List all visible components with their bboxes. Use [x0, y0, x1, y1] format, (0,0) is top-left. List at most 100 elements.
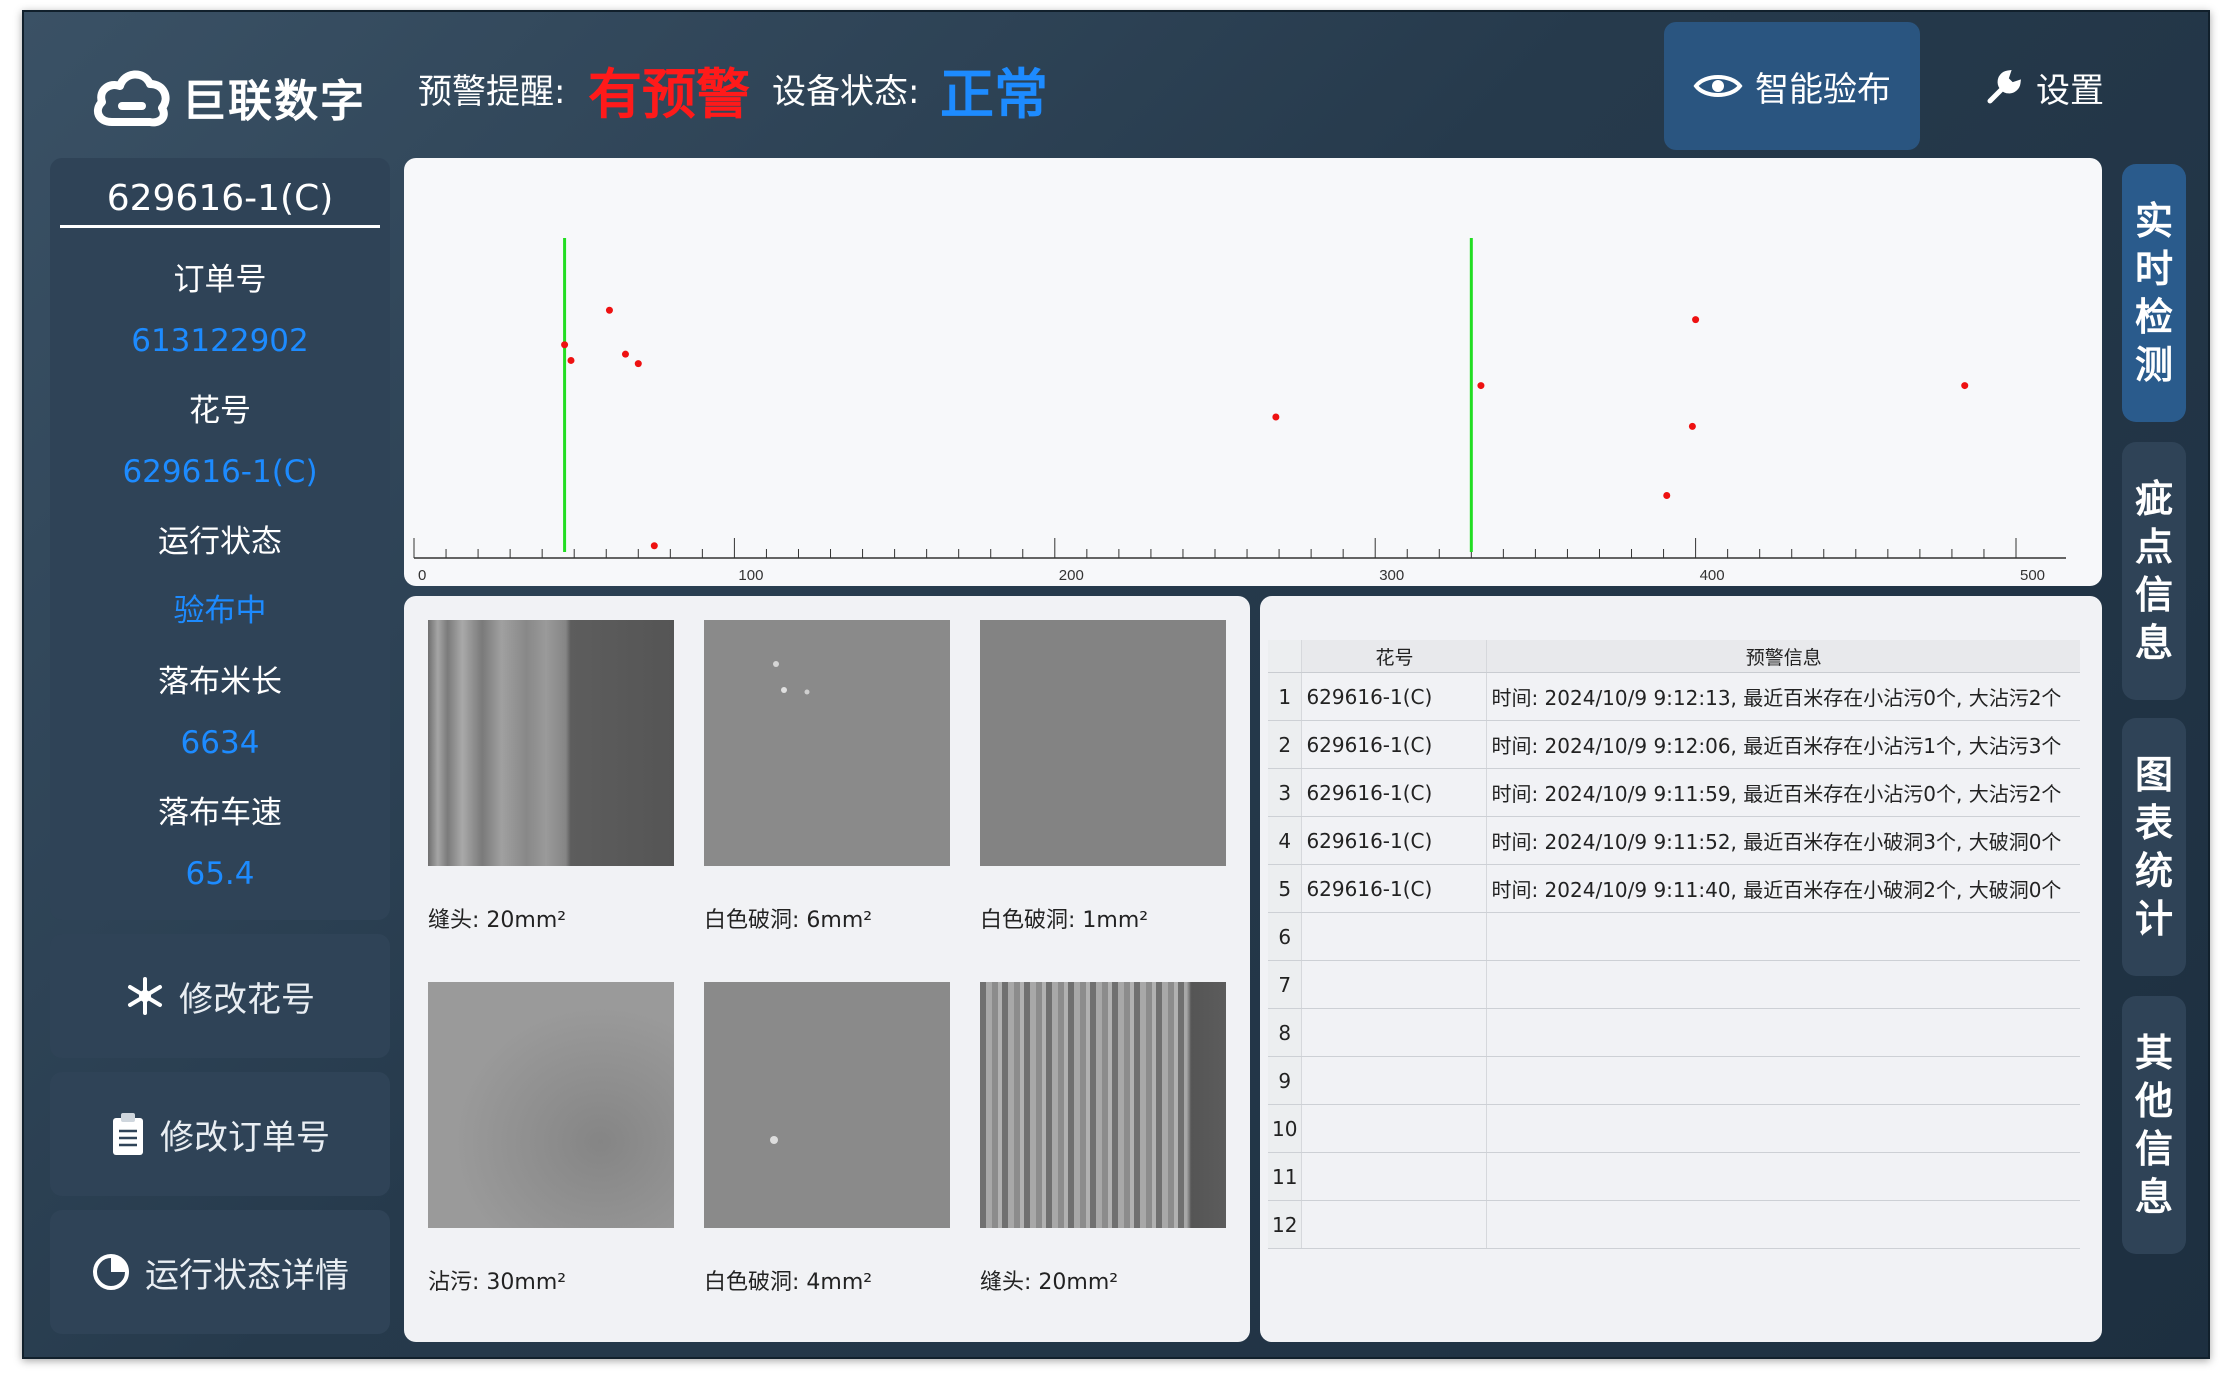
tab-realtime-detection[interactable]: 实时检测 — [2122, 164, 2186, 422]
defect-image-panel: 缝头: 20mm² 白色破洞: 6mm² 白色破洞: 1mm² 沾污: 30mm² 白色… — [404, 596, 1250, 1342]
realtime-defect-chart: 0 100 200 300 400 500 — [404, 158, 2102, 586]
run-status-value: 验布中 — [173, 593, 267, 629]
defect-point — [605, 306, 613, 314]
x-tick-label: 0 — [418, 567, 426, 584]
row-warning-info — [1486, 1008, 2080, 1057]
row-warning-info: 时间: 2024/10/9 9:11:59, 最近百米存在小沾污0个, 大沾污2… — [1486, 768, 2080, 817]
order-number-label: 订单号 — [173, 262, 267, 298]
defect-point — [650, 542, 658, 550]
fabric-speed-label: 落布车速 — [158, 795, 282, 831]
run-status-detail-button[interactable]: 运行状态详情 — [50, 1210, 390, 1334]
tab-char: 信 — [2134, 1127, 2173, 1171]
x-tick-label: 200 — [1059, 567, 1084, 584]
row-index: 11 — [1268, 1152, 1302, 1201]
device-status-value: 正常 — [940, 63, 1048, 126]
x-tick-label: 400 — [1700, 567, 1725, 584]
x-tick-label: 100 — [738, 567, 763, 584]
table-row[interactable]: 2 629616-1(C) 时间: 2024/10/9 9:12:06, 最近百米存… — [1268, 720, 2080, 769]
row-index: 12 — [1268, 1200, 1302, 1249]
table-row[interactable]: 8 — [1268, 1008, 2080, 1057]
fabric-speed-value: 65.4 — [185, 856, 255, 892]
row-flower-number — [1301, 960, 1487, 1009]
defect-thumbnail[interactable] — [704, 620, 950, 866]
settings-button[interactable]: 设置 — [1984, 52, 2134, 122]
x-tick-label: 300 — [1379, 567, 1404, 584]
row-flower-number — [1301, 1152, 1487, 1201]
tab-defect-info[interactable]: 疵点信息 — [2122, 442, 2186, 700]
row-index: 8 — [1268, 1008, 1302, 1057]
defect-thumbnail[interactable] — [704, 982, 950, 1228]
defect-point — [561, 341, 569, 349]
defect-thumbnail[interactable] — [980, 982, 1226, 1228]
row-flower-number: 629616-1(C) — [1301, 816, 1487, 865]
table-row[interactable]: 4 629616-1(C) 时间: 2024/10/9 9:11:52, 最近百米存… — [1268, 816, 2080, 865]
order-number-value: 613122902 — [131, 323, 309, 359]
row-index: 1 — [1268, 672, 1302, 721]
row-index: 7 — [1268, 960, 1302, 1009]
table-row[interactable]: 1 629616-1(C) 时间: 2024/10/9 9:12:13, 最近百米存… — [1268, 672, 2080, 721]
row-warning-info — [1486, 1104, 2080, 1153]
tab-chart-statistics[interactable]: 图表统计 — [2122, 718, 2186, 976]
modify-flower-button[interactable]: 修改花号 — [50, 934, 390, 1058]
tab-char: 信 — [2134, 573, 2173, 617]
row-warning-info: 时间: 2024/10/9 9:11:40, 最近百米存在小破洞2个, 大破洞0… — [1486, 864, 2080, 913]
table-row[interactable]: 9 — [1268, 1056, 2080, 1105]
row-flower-number: 629616-1(C) — [1301, 768, 1487, 817]
row-index: 9 — [1268, 1056, 1302, 1105]
row-warning-info — [1486, 1152, 2080, 1201]
brand-name: 巨联数字 — [182, 76, 366, 127]
row-flower-number — [1301, 1200, 1487, 1249]
row-warning-info — [1486, 960, 2080, 1009]
snowflake-icon — [128, 977, 162, 1015]
row-warning-info — [1486, 912, 2080, 961]
tab-char: 检 — [2134, 295, 2173, 339]
fabric-length-value: 6634 — [180, 725, 260, 761]
current-flower-code: 629616-1(C) — [60, 178, 380, 228]
defect-thumbnail[interactable] — [428, 620, 674, 866]
defect-point — [1477, 382, 1485, 390]
row-flower-number: 629616-1(C) — [1301, 864, 1487, 913]
row-index: 4 — [1268, 816, 1302, 865]
modify-order-button[interactable]: 修改订单号 — [50, 1072, 390, 1196]
table-row[interactable]: 5 629616-1(C) 时间: 2024/10/9 9:11:40, 最近百米存… — [1268, 864, 2080, 913]
table-row[interactable]: 3 629616-1(C) 时间: 2024/10/9 9:11:59, 最近百米存… — [1268, 768, 2080, 817]
alert-status-value: 有预警 — [588, 63, 750, 126]
defect-caption: 沾污: 30mm² — [428, 1270, 567, 1295]
tab-char: 时 — [2134, 247, 2173, 291]
defect-thumbnail[interactable] — [428, 982, 674, 1228]
tab-char: 他 — [2134, 1079, 2173, 1123]
tab-char: 其 — [2134, 1031, 2173, 1075]
wrench-icon — [1987, 70, 2021, 104]
tab-char: 息 — [2134, 621, 2173, 665]
table-row[interactable]: 6 — [1268, 912, 2080, 961]
alert-label: 预警提醒: — [418, 72, 566, 112]
row-flower-number — [1301, 912, 1487, 961]
row-flower-number: 629616-1(C) — [1301, 720, 1487, 769]
table-header-flower: 花号 — [1301, 640, 1487, 673]
defect-caption: 白色破洞: 6mm² — [704, 908, 873, 933]
tab-char: 疵 — [2134, 477, 2173, 521]
smart-inspection-button[interactable]: 智能验布 — [1664, 22, 1920, 150]
defect-caption: 白色破洞: 1mm² — [980, 908, 1149, 933]
defect-thumbnail[interactable] — [980, 620, 1226, 866]
order-info-panel: 629616-1(C) 订单号 613122902 花号 629616-1(C)… — [50, 158, 390, 920]
table-row[interactable]: 7 — [1268, 960, 2080, 1009]
table-row[interactable]: 10 — [1268, 1104, 2080, 1153]
flower-number-label: 花号 — [189, 393, 251, 429]
defect-point — [634, 360, 642, 368]
table-index-header — [1268, 640, 1302, 673]
row-warning-info: 时间: 2024/10/9 9:12:13, 最近百米存在小沾污0个, 大沾污2… — [1486, 672, 2080, 721]
clipboard-icon — [113, 1113, 143, 1155]
table-row[interactable]: 11 — [1268, 1152, 2080, 1201]
row-warning-info: 时间: 2024/10/9 9:12:06, 最近百米存在小沾污1个, 大沾污3… — [1486, 720, 2080, 769]
brand-logo: 巨联数字 — [92, 52, 366, 142]
eye-icon — [1693, 75, 1743, 97]
defect-caption: 白色破洞: 4mm² — [704, 1270, 873, 1295]
table-row[interactable]: 12 — [1268, 1200, 2080, 1249]
device-status-label: 设备状态: — [772, 72, 920, 112]
row-flower-number: 629616-1(C) — [1301, 672, 1487, 721]
tab-other-info[interactable]: 其他信息 — [2122, 996, 2186, 1254]
modify-flower-label: 修改花号 — [179, 979, 315, 1020]
pie-chart-icon — [93, 1254, 129, 1290]
modify-order-label: 修改订单号 — [160, 1117, 330, 1158]
